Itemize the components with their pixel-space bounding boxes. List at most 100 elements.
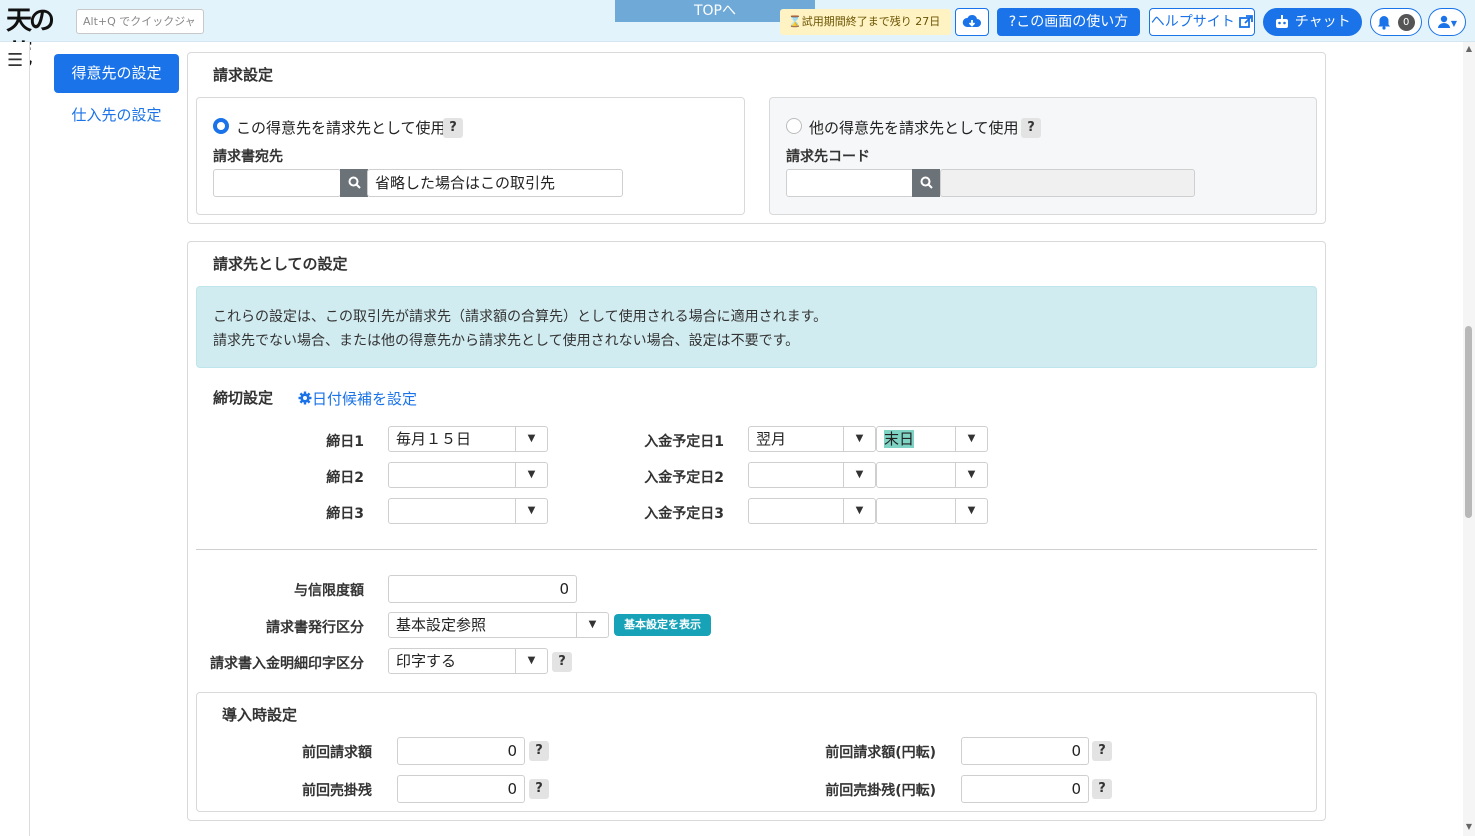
gear-icon [298,391,312,405]
info-line-1: これらの設定は、この取引先が請求先（請求額の合算先）として使用される場合に適用さ… [213,309,828,325]
other-billto-help-icon[interactable]: ? [1021,118,1041,138]
prev-receivable-yen-input[interactable]: 0 [961,775,1089,803]
caret-down-icon: ▼ [515,649,547,673]
payment-detail-select[interactable]: 印字する ▼ [388,648,548,674]
scroll-down-arrow-icon[interactable]: ▼ [1463,822,1475,834]
help-site-button[interactable]: ヘルプサイト [1149,8,1255,36]
closing-day-3-label: 締日3 [326,506,364,522]
external-link-icon [1239,15,1254,28]
chat-button[interactable]: チャット [1263,8,1362,36]
billto-code-search-button[interactable] [912,169,940,197]
payment-detail-label: 請求書入金明細印字区分 [210,656,364,672]
left-strip [0,42,30,836]
invoice-address-code-input[interactable] [213,169,341,197]
invoice-address-search-button[interactable] [340,169,368,197]
closing-day-1-select[interactable]: 毎月１５日 ▼ [388,426,548,452]
payment-day-1-month-value: 翌月 [756,430,787,448]
payment-day-3-month-select[interactable]: ▼ [748,498,876,524]
prev-receivable-label: 前回売掛残 [302,783,372,799]
payment-detail-value: 印字する [396,652,457,670]
payment-day-2-label: 入金予定日2 [644,470,724,486]
billto-code-label: 請求先コード [786,149,870,165]
credit-limit-input[interactable]: 0 [388,575,577,603]
invoice-issue-select[interactable]: 基本設定参照 ▼ [388,612,609,638]
other-billto-radio[interactable] [786,118,802,134]
closing-day-2-label: 締日2 [326,470,364,486]
caret-down-icon: ▼ [515,427,547,451]
caret-down-icon: ▼ [576,613,608,637]
closing-settings-title: 締切設定 [213,389,274,407]
scrollbar-thumb[interactable] [1465,326,1472,518]
sidebar-item-supplier-settings[interactable]: 仕入先の設定 [54,102,179,128]
prev-invoice-yen-input[interactable]: 0 [961,737,1089,765]
invoice-issue-label: 請求書発行区分 [266,620,364,636]
caret-down-icon: ▼ [843,463,875,487]
caret-down-icon: ▼ [955,463,987,487]
app-logo[interactable]: 天の蔵 [6,4,70,70]
hamburger-icon[interactable]: ☰ [7,50,23,71]
payment-day-3-label: 入金予定日3 [644,506,724,522]
howto-button[interactable]: ?この画面の使い方 [997,8,1140,36]
credit-limit-label: 与信限度額 [294,583,364,599]
payment-day-1-month-select[interactable]: 翌月 ▼ [748,426,876,452]
scroll-up-arrow-icon[interactable]: ▲ [1463,44,1475,56]
billto-code-input[interactable] [786,169,914,197]
payment-day-1-label: 入金予定日1 [644,434,724,450]
caret-down-icon: ▼ [955,499,987,523]
search-icon [920,176,933,189]
closing-day-3-select[interactable]: ▼ [388,498,548,524]
invoice-issue-value: 基本設定参照 [396,616,487,634]
prev-invoice-yen-help-icon[interactable]: ? [1092,741,1112,761]
prev-receivable-yen-help-icon[interactable]: ? [1092,779,1112,799]
date-candidates-link[interactable]: 日付候補を設定 [298,388,417,409]
billto-name-field [940,169,1195,197]
self-billto-label: この得意先を請求先として使用 [236,119,446,137]
show-basic-settings-button[interactable]: 基本設定を表示 [614,614,711,636]
caret-down-icon: ▼ [843,427,875,451]
caret-down-icon: ▼ [515,463,547,487]
info-alert: これらの設定は、この取引先が請求先（請求額の合算先）として使用される場合に適用さ… [196,286,1317,368]
closing-day-2-select[interactable]: ▼ [388,462,548,488]
hourglass-icon: ⌛ [788,15,802,28]
trial-notice-text: 試用期間終了まで残り 27日 [801,15,941,28]
billing-settings-title: 請求設定 [213,66,274,84]
quick-jump-input[interactable] [76,9,204,34]
user-menu-button[interactable]: ▼ [1428,8,1466,36]
intro-settings-title: 導入時設定 [222,706,298,724]
invoice-address-name-field: 省略した場合はこの取引先 [367,169,623,197]
robot-icon [1276,15,1289,28]
prev-receivable-help-icon[interactable]: ? [529,779,549,799]
prev-invoice-label: 前回請求額 [302,745,372,761]
invoice-address-label: 請求書宛先 [213,149,283,165]
notification-count: 0 [1397,13,1415,31]
download-button[interactable] [955,8,989,36]
prev-receivable-input[interactable]: 0 [397,775,525,803]
prev-invoice-input[interactable]: 0 [397,737,525,765]
bell-icon [1378,15,1391,30]
sidebar-item-customer-settings[interactable]: 得意先の設定 [54,54,179,93]
prev-invoice-yen-label: 前回請求額(円転) [825,745,936,761]
section-divider [196,549,1317,550]
payment-day-2-month-select[interactable]: ▼ [748,462,876,488]
cloud-download-icon [962,14,981,27]
self-billto-radio[interactable] [213,118,229,134]
notifications-button[interactable]: 0 [1370,8,1422,36]
payment-day-1-day-value: 末日 [884,430,915,448]
help-site-label: ヘルプサイト [1150,14,1235,30]
prev-invoice-help-icon[interactable]: ? [529,741,549,761]
prev-receivable-yen-label: 前回売掛残(円転) [825,783,936,799]
info-line-2: 請求先でない場合、または他の得意先から請求先として使用されない場合、設定は不要で… [213,333,800,349]
self-billto-help-icon[interactable]: ? [443,118,463,138]
date-candidates-label: 日付候補を設定 [312,390,418,408]
payment-day-1-day-select[interactable]: 末日 ▼ [876,426,988,452]
payment-detail-help-icon[interactable]: ? [552,652,572,672]
billto-settings-title: 請求先としての設定 [213,255,348,273]
payment-day-2-day-select[interactable]: ▼ [876,462,988,488]
user-icon [1437,15,1450,28]
payment-day-3-day-select[interactable]: ▼ [876,498,988,524]
chat-label: チャット [1294,14,1351,30]
closing-day-1-value: 毎月１５日 [396,430,472,448]
search-icon [348,176,361,189]
howto-label: この画面の使い方 [1016,14,1129,30]
caret-down-icon: ▼ [515,499,547,523]
